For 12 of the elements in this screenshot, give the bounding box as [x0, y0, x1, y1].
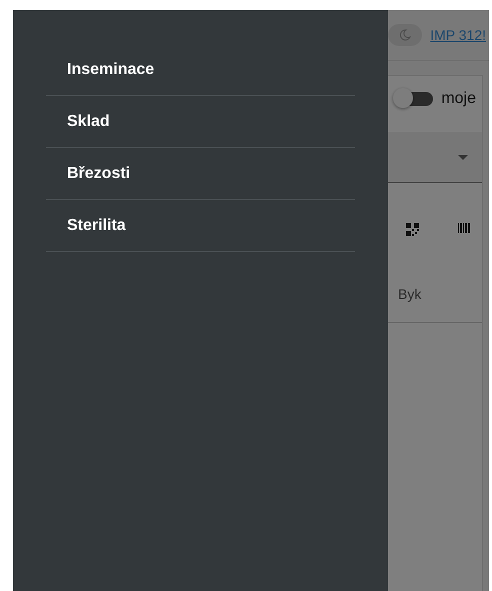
menu-item[interactable]: Sterilita: [46, 200, 355, 252]
menu-item[interactable]: Sklad: [46, 96, 355, 148]
barcode-icon[interactable]: [458, 223, 470, 233]
toggle-label: moje: [441, 90, 476, 108]
caret-icon: [458, 154, 468, 160]
menu-item[interactable]: Březosti: [46, 148, 355, 200]
qr-code-icon[interactable]: [406, 223, 419, 236]
select-field[interactable]: [388, 132, 482, 183]
moon-icon: [399, 29, 412, 41]
theme-toggle[interactable]: [388, 24, 422, 46]
menu-item[interactable]: Inseminace: [46, 44, 355, 96]
column-header: Byk: [388, 286, 482, 323]
